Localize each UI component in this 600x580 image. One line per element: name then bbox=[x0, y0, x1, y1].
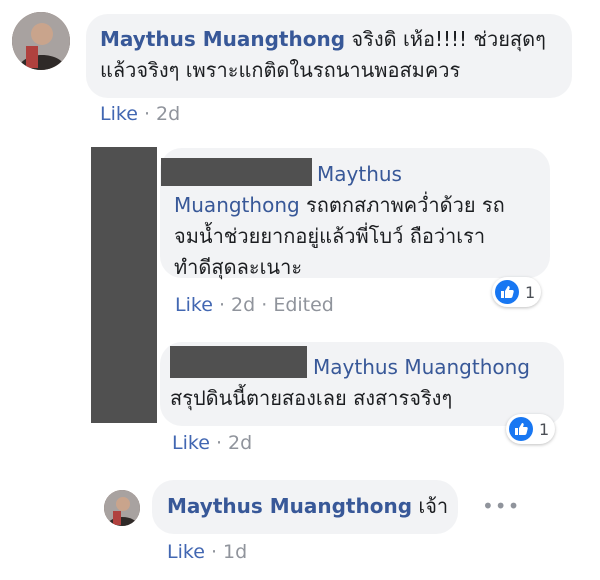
like-button[interactable]: Like bbox=[167, 541, 205, 563]
like-button[interactable]: Like bbox=[175, 294, 213, 316]
like-button[interactable]: Like bbox=[172, 432, 210, 454]
avatar[interactable] bbox=[12, 12, 70, 70]
reply-text-line: จมน้ำช่วยยากอยู่แล้วพี่โบว์ ถือว่าเรา bbox=[174, 224, 486, 248]
reply-text: Maythus Muangthong สรุปดินนี้ตายสองเลย ส… bbox=[170, 352, 560, 414]
reply-text-line: รถตกสภาพคว่ำด้วย รถ bbox=[306, 193, 505, 217]
author-name-link[interactable]: Maythus Muangthong bbox=[167, 494, 412, 518]
thumbs-up-icon bbox=[495, 280, 519, 304]
author-name-link[interactable]: Maythus Muangthong bbox=[100, 27, 345, 51]
mention-link[interactable]: Muangthong bbox=[174, 193, 300, 217]
reply-actions: Like · 2d bbox=[172, 432, 253, 454]
reaction-count: 1 bbox=[539, 419, 550, 439]
mention-link[interactable]: Maythus Muangthong bbox=[313, 355, 530, 379]
reaction-count: 1 bbox=[525, 282, 536, 302]
timestamp[interactable]: 2d bbox=[228, 432, 252, 454]
redacted-avatar-area bbox=[91, 147, 157, 423]
reaction-count-button[interactable]: 1 bbox=[506, 414, 556, 444]
avatar[interactable] bbox=[104, 490, 140, 526]
comment-actions: Like · 1d bbox=[167, 541, 248, 563]
timestamp[interactable]: 2d bbox=[231, 294, 255, 316]
profile-photo bbox=[12, 12, 70, 70]
reply-text-line: สรุปดินนี้ตายสองเลย สงสารจริงๆ bbox=[170, 386, 453, 410]
mention-link[interactable]: Maythus bbox=[317, 162, 402, 186]
like-button[interactable]: Like bbox=[100, 103, 138, 125]
timestamp[interactable]: 2d bbox=[156, 103, 180, 125]
timestamp[interactable]: 1d bbox=[223, 541, 247, 563]
comment-text-line: แล้วจริงๆ เพราะแกติดในรถนานพอสมควร bbox=[100, 58, 461, 82]
reply-actions: Like · 2d · Edited bbox=[175, 294, 334, 316]
comment-text: Maythus Muangthong จริงดิ เห้อ!!!! ช่วยส… bbox=[100, 24, 564, 86]
reply-text-line: ทำดีสุดละเนาะ bbox=[174, 255, 303, 279]
reaction-count-button[interactable]: 1 bbox=[492, 277, 542, 307]
comment-text: Maythus Muangthong เจ้า bbox=[167, 491, 457, 522]
comment-text-line: เจ้า bbox=[418, 494, 449, 518]
more-dots-icon[interactable]: ••• bbox=[482, 494, 520, 518]
reply-text: Maythus Muangthong รถตกสภาพคว่ำด้วย รถ จ… bbox=[174, 159, 544, 283]
thumbs-up-icon bbox=[509, 417, 533, 441]
comment-text-line: จริงดิ เห้อ!!!! ช่วยสุดๆ bbox=[351, 27, 546, 51]
profile-photo bbox=[104, 490, 140, 526]
edited-label[interactable]: Edited bbox=[273, 294, 334, 316]
comment-actions: Like · 2d bbox=[100, 103, 181, 125]
